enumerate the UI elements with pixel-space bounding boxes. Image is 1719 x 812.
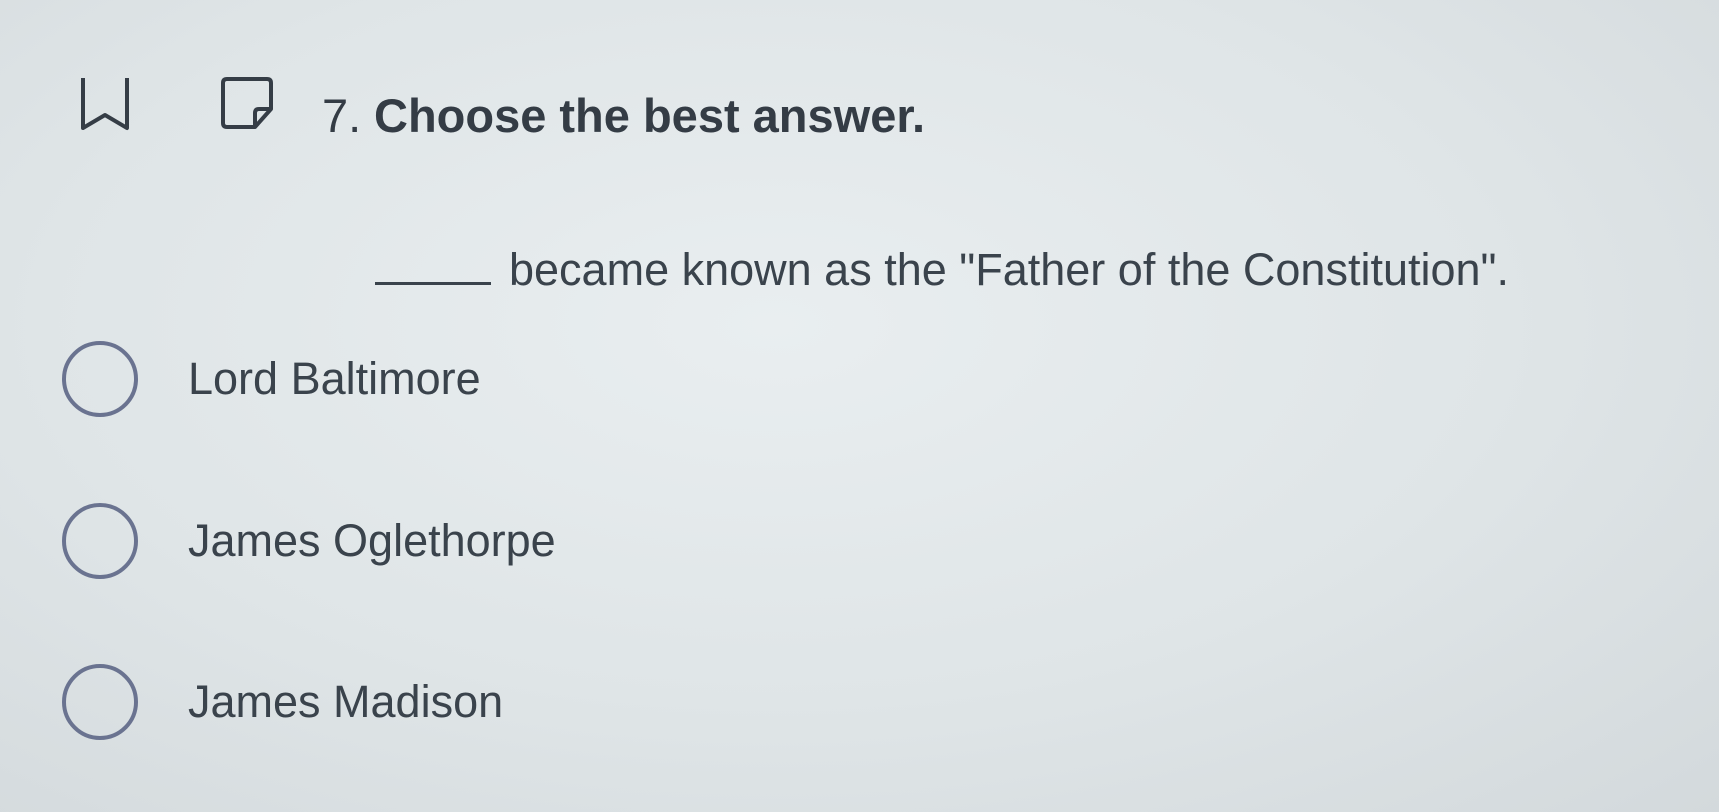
question-instruction: Choose the best answer. (374, 89, 926, 142)
bookmark-icon[interactable] (79, 75, 131, 131)
radio-button[interactable] (62, 503, 138, 579)
question-card: 7. Choose the best answer. became known … (0, 0, 1719, 812)
radio-button[interactable] (62, 341, 138, 417)
note-icon[interactable] (219, 75, 275, 131)
question-prompt: became known as the "Father of the Const… (375, 244, 1509, 296)
radio-button[interactable] (62, 664, 138, 740)
choice-label: Lord Baltimore (188, 353, 481, 404)
choice-option[interactable]: James Madison (62, 664, 762, 744)
choice-label: James Oglethorpe (188, 515, 556, 566)
choice-option[interactable]: James Oglethorpe (62, 503, 762, 583)
choice-option[interactable]: Lord Baltimore (62, 341, 762, 421)
question-number: 7. (322, 89, 362, 142)
choice-label: James Madison (188, 676, 504, 727)
answer-blank (375, 282, 491, 285)
question-prompt-text: became known as the "Father of the Const… (509, 244, 1509, 295)
